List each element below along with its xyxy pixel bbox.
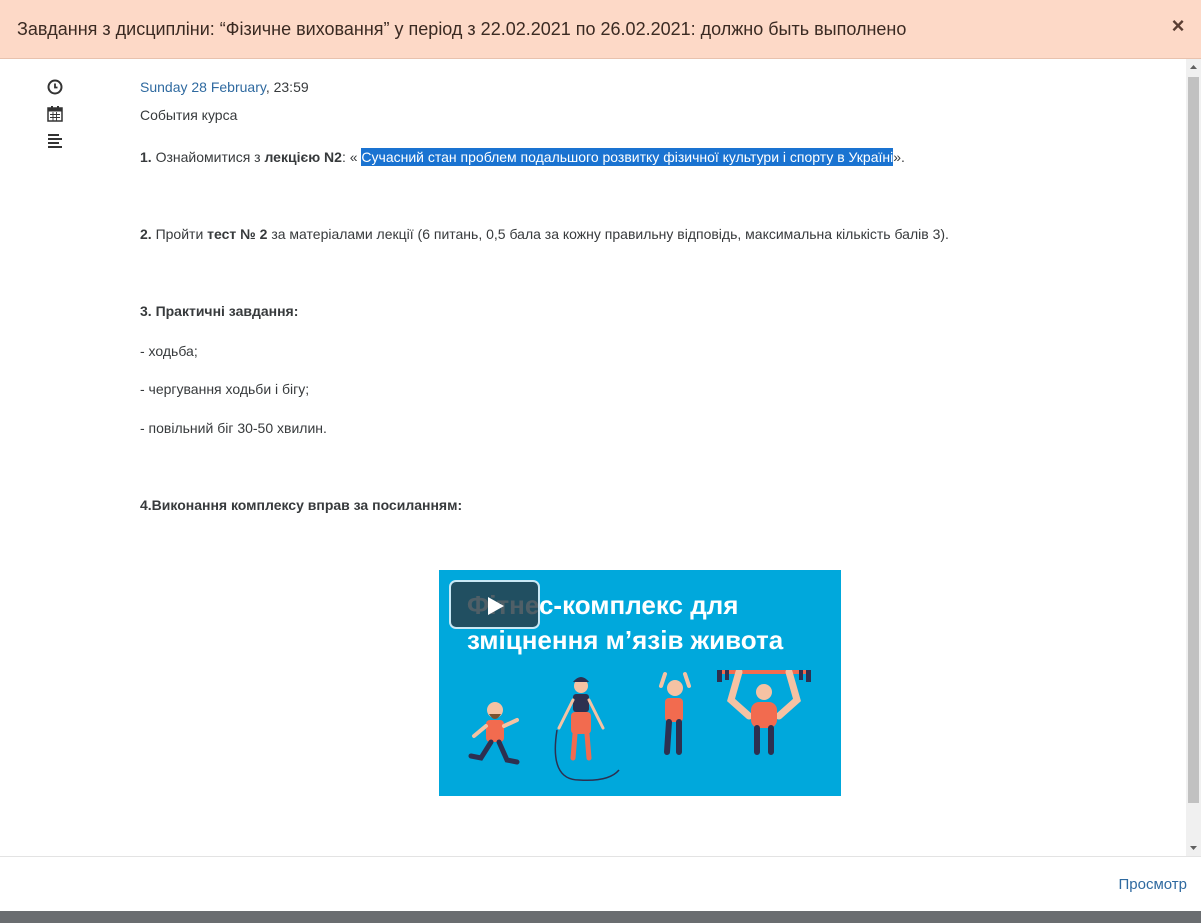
jump-rope-figure: [554, 677, 620, 782]
preview-link[interactable]: Просмотр: [1118, 876, 1187, 893]
vertical-scrollbar[interactable]: [1186, 59, 1201, 856]
modal-title: Завдання з дисципліни: “Фізичне вихованн…: [17, 19, 907, 39]
scroll-up-icon[interactable]: [1186, 59, 1201, 76]
task-1-number: 1.: [140, 149, 152, 165]
fitness-illustration: [468, 670, 811, 782]
lecture-link[interactable]: Сучасний стан проблем подальшого розвитк…: [361, 148, 894, 166]
backdrop-bar: [0, 911, 1201, 923]
task-3-heading: 3. Практичні завдання:: [140, 303, 299, 319]
ball-figure: [659, 672, 691, 755]
modal-footer: Просмотр: [0, 856, 1201, 911]
modal-header: Завдання з дисципліни: “Фізичне вихованн…: [0, 0, 1201, 59]
task-2-bold: тест № 2: [207, 226, 268, 242]
task-1-bold: лекцією N2: [264, 149, 342, 165]
task-2-number: 2.: [140, 226, 152, 242]
task-item-1: 1. Ознайомитися з лекцією N2: « Сучасний…: [140, 148, 905, 166]
task-1-text-b: : «: [341, 149, 362, 165]
align-left-icon: [48, 134, 62, 148]
task-3-line-3: - повільний біг 30-50 хвилин.: [140, 420, 327, 436]
scroll-thumb[interactable]: [1188, 77, 1199, 803]
task-2-text-b: за матеріалами лекції (6 питань, 0,5 бал…: [267, 226, 949, 242]
task-1-text: Ознайомитися з: [151, 149, 265, 165]
task-item-2: 2. Пройти тест № 2 за матеріалами лекції…: [140, 226, 949, 242]
event-time: , 23:59: [265, 79, 309, 95]
play-button[interactable]: [449, 580, 540, 629]
event-date-link[interactable]: Sunday 28 February: [140, 79, 266, 95]
calendar-icon: [47, 106, 63, 122]
task-3-line-1: - ходьба;: [140, 343, 198, 359]
event-type: События курса: [140, 107, 238, 123]
play-icon: [488, 597, 504, 615]
task-3-line-2: - чергування ходьби і бігу;: [140, 381, 310, 397]
runner-figure: [468, 702, 520, 765]
task-2-text: Пройти: [151, 226, 208, 242]
task-1-text-c: ».: [893, 149, 905, 165]
event-date: Sunday 28 February, 23:59: [140, 79, 309, 95]
scroll-down-icon[interactable]: [1186, 839, 1201, 856]
task-4-heading: 4.Виконання комплексу вправ за посилання…: [140, 497, 463, 513]
weightlifter-figure: [717, 670, 811, 755]
video-embed[interactable]: Фітнес-комплекс для зміцнення м’язів жив…: [439, 570, 841, 796]
close-icon[interactable]: ×: [1169, 15, 1187, 37]
clock-icon: [47, 79, 63, 95]
modal-body: Sunday 28 February, 23:59 События курса …: [0, 59, 1201, 856]
